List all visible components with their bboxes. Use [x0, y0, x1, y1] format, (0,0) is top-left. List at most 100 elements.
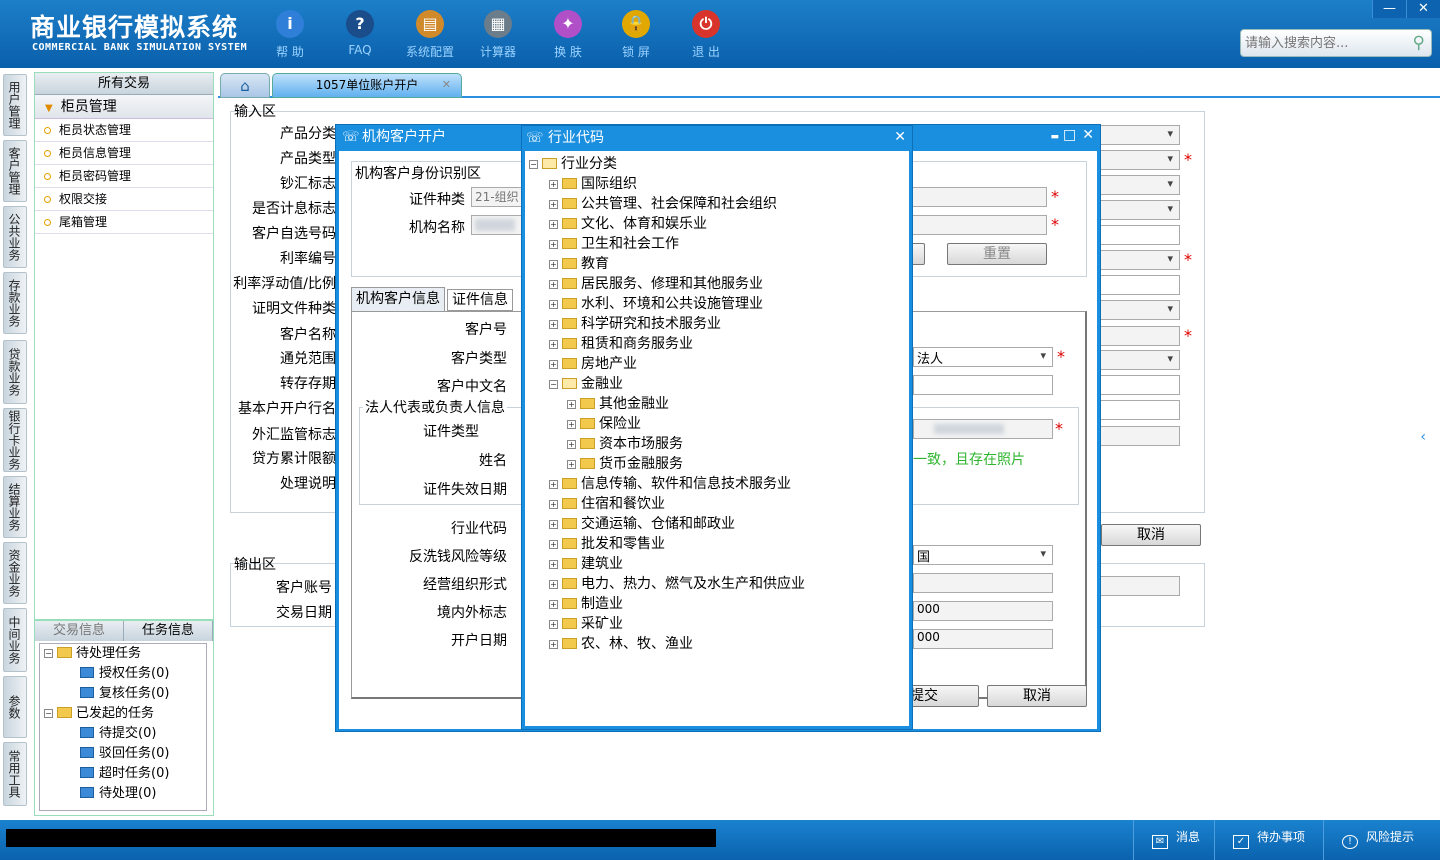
tree-node[interactable]: + 住宿和餐饮业	[549, 494, 665, 514]
expand-toggle-icon[interactable]: +	[549, 600, 558, 609]
legal-id-number-field[interactable]	[913, 419, 1053, 439]
todo-button[interactable]: ✓ 待办事项	[1214, 820, 1322, 860]
close-tab-icon[interactable]: ✕	[442, 74, 451, 96]
tree-node[interactable]: + 居民服务、修理和其他服务业	[549, 274, 763, 294]
tree-node[interactable]: − 行业分类	[529, 154, 617, 174]
tree-task-item[interactable]: 待处理(0)	[44, 784, 206, 804]
module-tab-1[interactable]: 客户管理	[3, 140, 27, 202]
tab-org-customer-info[interactable]: 机构客户信息	[351, 287, 445, 311]
menu-header[interactable]: 所有交易	[35, 73, 213, 95]
expand-toggle-icon[interactable]: +	[549, 300, 558, 309]
collapse-icon[interactable]: −	[44, 709, 53, 718]
expand-toggle-icon[interactable]: +	[567, 420, 576, 429]
tree-node[interactable]: + 资本市场服务	[567, 434, 683, 454]
toolbar-button-5[interactable]: 🔒 锁 屏	[604, 6, 668, 62]
expand-toggle-icon[interactable]: +	[549, 480, 558, 489]
module-tab-4[interactable]: 贷款业务	[3, 340, 27, 404]
product-category-select[interactable]	[1100, 125, 1180, 145]
module-tab-9[interactable]: 参数	[3, 676, 27, 738]
module-tab-0[interactable]: 用户管理	[3, 74, 27, 136]
tree-pending-tasks[interactable]: − 待处理任务	[44, 644, 206, 664]
tab-transaction-info[interactable]: 交易信息	[35, 621, 124, 641]
tree-node[interactable]: + 交通运输、仓储和邮政业	[549, 514, 735, 534]
expand-toggle-icon[interactable]: +	[549, 280, 558, 289]
dialog-cancel-button[interactable]: 取消	[987, 685, 1087, 707]
expand-toggle-icon[interactable]: +	[549, 500, 558, 509]
tree-node[interactable]: + 电力、热力、燃气及水生产和供应业	[549, 574, 805, 594]
expand-toggle-icon[interactable]: +	[549, 640, 558, 649]
tree-node[interactable]: − 金融业	[549, 374, 623, 394]
interest-flag-select[interactable]	[1100, 200, 1180, 220]
tree-node[interactable]: + 其他金融业	[567, 394, 669, 414]
tree-node[interactable]: + 文化、体育和娱乐业	[549, 214, 707, 234]
product-type-select[interactable]	[1100, 150, 1180, 170]
tree-node[interactable]: + 国际组织	[549, 174, 637, 194]
module-tab-5[interactable]: 银行卡业务	[3, 408, 27, 472]
tree-node[interactable]: + 制造业	[549, 594, 623, 614]
menu-item[interactable]: 柜员信息管理	[35, 142, 213, 165]
menu-item[interactable]: 柜员状态管理	[35, 119, 213, 142]
expand-toggle-icon[interactable]: +	[567, 400, 576, 409]
module-tab-3[interactable]: 存款业务	[3, 272, 27, 334]
certificate-type-select[interactable]	[1100, 300, 1180, 320]
tree-node[interactable]: + 教育	[549, 254, 609, 274]
tree-launched-tasks[interactable]: − 已发起的任务	[44, 704, 206, 724]
expand-toggle-icon[interactable]: −	[529, 160, 538, 169]
customer-type-select[interactable]: 法人	[913, 347, 1053, 367]
rate-number-select[interactable]	[1100, 250, 1180, 270]
expand-toggle-icon[interactable]: +	[549, 260, 558, 269]
basic-bank-field[interactable]	[1100, 400, 1180, 420]
tree-node[interactable]: + 水利、环境和公共设施管理业	[549, 294, 763, 314]
close-window-button[interactable]: ✕	[1406, 0, 1440, 18]
expand-toggle-icon[interactable]: +	[549, 320, 558, 329]
tree-task-item[interactable]: 授权任务(0)	[44, 664, 206, 684]
tree-node[interactable]: + 批发和零售业	[549, 534, 665, 554]
self-select-number-field[interactable]	[1100, 225, 1180, 245]
dialog-close-button[interactable]: ✕	[1082, 127, 1094, 143]
expand-toggle-icon[interactable]: +	[549, 340, 558, 349]
tab-account-opening[interactable]: 1057单位账户开户 ✕	[272, 73, 462, 98]
tab-certificate-info[interactable]: 证件信息	[447, 289, 513, 311]
tree-task-item[interactable]: 超时任务(0)	[44, 764, 206, 784]
reset-button[interactable]: 重置	[947, 243, 1047, 265]
menu-group-teller[interactable]: ▼ 柜员管理	[35, 95, 213, 119]
toolbar-button-1[interactable]: ? FAQ	[328, 6, 392, 62]
expand-toggle-icon[interactable]: +	[567, 440, 576, 449]
dialog-maximize-button[interactable]: □	[1063, 127, 1076, 143]
expand-toggle-icon[interactable]: +	[549, 240, 558, 249]
tree-node[interactable]: + 采矿业	[549, 614, 623, 634]
tree-node[interactable]: + 建筑业	[549, 554, 623, 574]
expand-toggle-icon[interactable]: +	[549, 540, 558, 549]
menu-item[interactable]: 权限交接	[35, 188, 213, 211]
exchange-range-select[interactable]	[1100, 350, 1180, 370]
toolbar-button-0[interactable]: i 帮 助	[258, 6, 322, 62]
deposit-term-field[interactable]	[1100, 375, 1180, 395]
main-cancel-button[interactable]: 取消	[1101, 524, 1201, 546]
tree-node[interactable]: + 科学研究和技术服务业	[549, 314, 721, 334]
dialog-minimize-button[interactable]: ▬	[1051, 132, 1060, 142]
rate-float-field[interactable]	[1100, 275, 1180, 295]
module-tab-10[interactable]: 常用工具	[3, 742, 27, 806]
collapse-icon[interactable]: −	[44, 649, 53, 658]
tree-node[interactable]: + 公共管理、社会保障和社会组织	[549, 194, 777, 214]
tree-node[interactable]: + 农、林、牧、渔业	[549, 634, 693, 654]
search-input[interactable]	[1241, 30, 1401, 56]
tree-node[interactable]: + 保险业	[567, 414, 641, 434]
module-tab-6[interactable]: 结算业务	[3, 476, 27, 538]
tree-task-item[interactable]: 待提交(0)	[44, 724, 206, 744]
customer-cn-name-field[interactable]	[913, 375, 1053, 395]
toolbar-button-3[interactable]: ▦ 计算器	[466, 6, 530, 62]
country-select[interactable]: 国	[913, 545, 1053, 565]
expand-toggle-icon[interactable]: +	[549, 360, 558, 369]
module-tab-2[interactable]: 公共业务	[3, 206, 27, 268]
module-tab-7[interactable]: 资金业务	[3, 542, 27, 604]
tree-node[interactable]: + 货币金融服务	[567, 454, 683, 474]
menu-item[interactable]: 柜员密码管理	[35, 165, 213, 188]
menu-item[interactable]: 尾箱管理	[35, 211, 213, 234]
expand-toggle-icon[interactable]: +	[567, 460, 576, 469]
tree-node[interactable]: + 信息传输、软件和信息技术服务业	[549, 474, 791, 494]
customer-account-field[interactable]	[1100, 576, 1180, 596]
toolbar-button-6[interactable]: ⏻ 退 出	[674, 6, 738, 62]
home-tab[interactable]: ⌂	[220, 73, 270, 98]
expand-toggle-icon[interactable]: +	[549, 220, 558, 229]
